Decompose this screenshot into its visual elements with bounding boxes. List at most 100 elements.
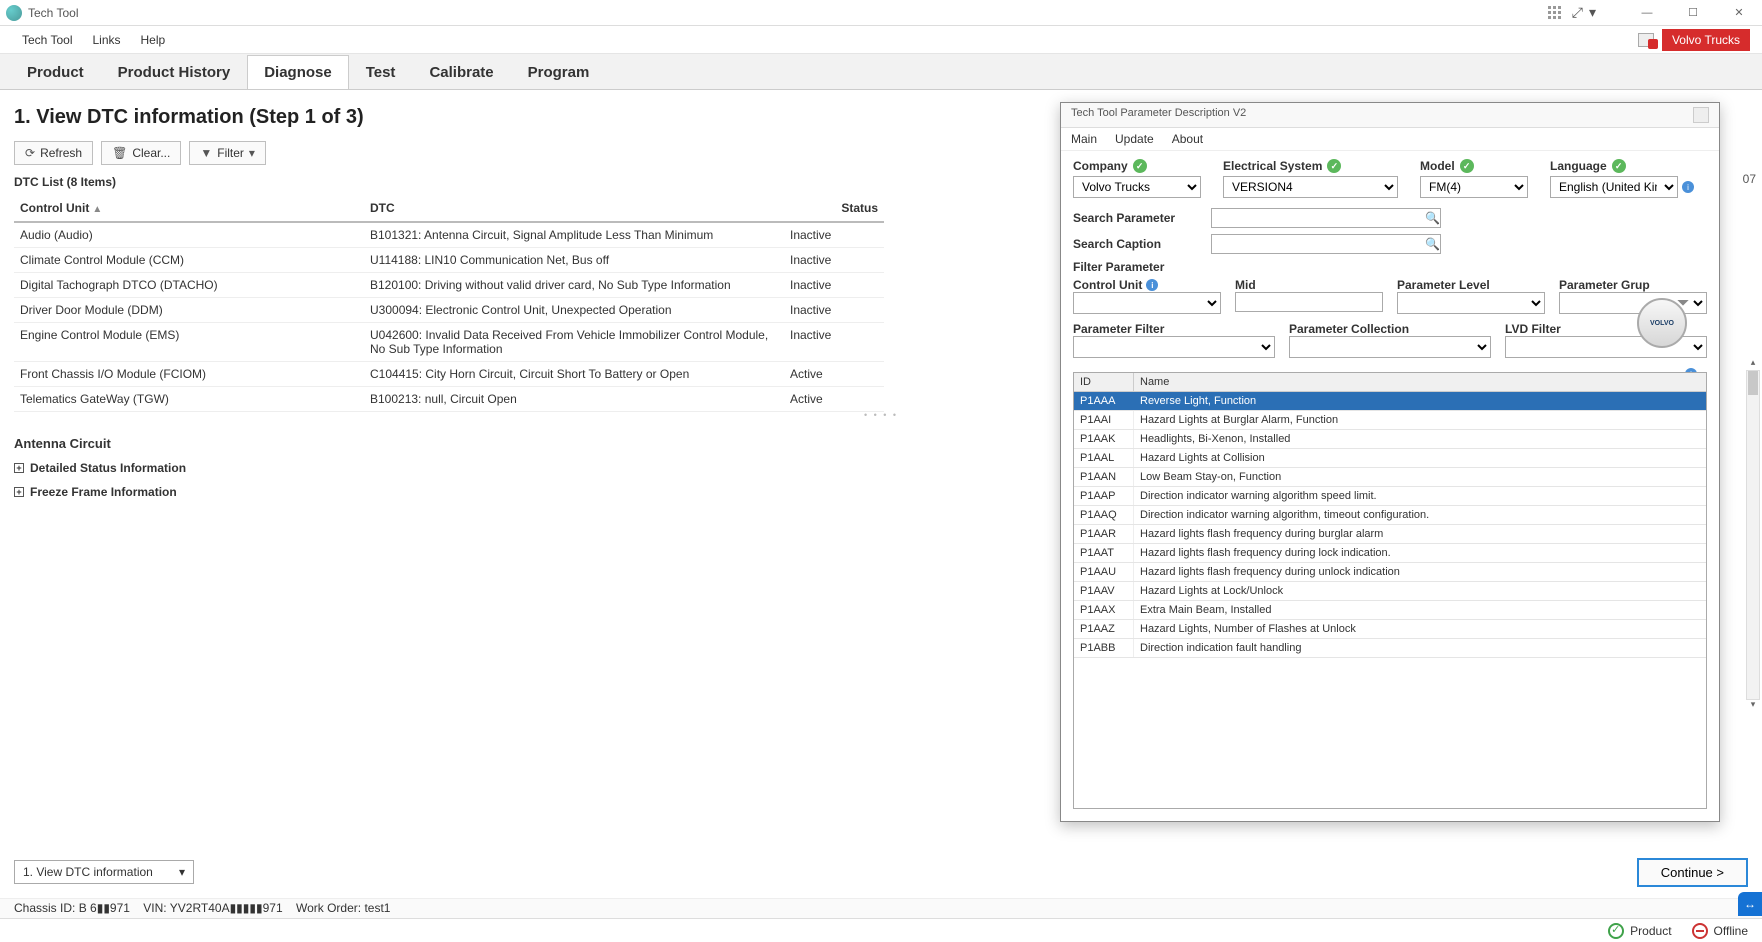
dialog-close-button[interactable] [1693,107,1709,123]
table-row[interactable]: Telematics GateWay (TGW)B100213: null, C… [14,387,884,412]
chevron-down-icon[interactable]: ▾ [1589,4,1596,21]
language-select[interactable]: English (United Kin [1550,176,1678,198]
list-item[interactable]: P1AAAReverse Light, Function [1074,392,1706,411]
filter-control-unit[interactable] [1073,292,1221,314]
scrollbar[interactable]: ▴ ▾ [1746,370,1760,700]
check-icon: ✓ [1133,159,1147,173]
app-icon [6,5,22,21]
list-item[interactable]: P1AAQDirection indicator warning algorit… [1074,506,1706,525]
parameter-grid: ID Name P1AAAReverse Light, FunctionP1AA… [1073,372,1707,809]
main-tabs: Product Product History Diagnose Test Ca… [0,54,1762,90]
grid-col-id[interactable]: ID [1074,373,1134,391]
refresh-button[interactable]: ⟳Refresh [14,141,93,165]
filter-parameter-filter[interactable] [1073,336,1275,358]
chevron-down-icon: ▾ [249,146,255,160]
trash-icon: 🗑 [112,146,127,160]
table-row[interactable]: Front Chassis I/O Module (FCIOM)C104415:… [14,362,884,387]
remote-session-icon[interactable]: ↔ [1738,892,1762,916]
table-row[interactable]: Audio (Audio)B101321: Antenna Circuit, S… [14,222,884,248]
menu-techtool[interactable]: Tech Tool [12,29,82,51]
list-item[interactable]: P1AATHazard lights flash frequency durin… [1074,544,1706,563]
dialog-menu: Main Update About [1061,128,1719,151]
check-icon: ✓ [1327,159,1341,173]
tab-product[interactable]: Product [10,55,101,89]
info-icon[interactable]: i [1146,279,1158,291]
funnel-icon: ▼ [200,146,212,160]
clear-button[interactable]: 🗑Clear... [101,141,181,165]
dtc-table: Control Unit▲ DTC Status Audio (Audio)B1… [14,195,884,412]
chassis-bar: Chassis ID: B 6▮▮971 VIN: YV2RT40A▮▮▮▮▮9… [0,898,1762,918]
list-item[interactable]: P1ABBDirection indication fault handling [1074,639,1706,658]
list-item[interactable]: P1AALHazard Lights at Collision [1074,449,1706,468]
tab-program[interactable]: Program [511,55,607,89]
list-item[interactable]: P1AAZHazard Lights, Number of Flashes at… [1074,620,1706,639]
parameter-dialog: Tech Tool Parameter Description V2 Main … [1060,102,1720,822]
status-product: Product [1608,923,1671,939]
menu-links[interactable]: Links [82,29,130,51]
expand-icon: + [14,463,24,473]
list-item[interactable]: P1AAPDirection indicator warning algorit… [1074,487,1706,506]
sort-icon: ▲ [92,204,102,215]
expand-icon[interactable]: ⤢ [1572,4,1583,21]
table-row[interactable]: Driver Door Module (DDM)U300094: Electro… [14,298,884,323]
scroll-thumb[interactable] [1748,371,1758,395]
volvo-logo-icon: VOLVO [1637,298,1687,348]
electrical-system-select[interactable]: VERSION4 [1223,176,1398,198]
search-icon[interactable]: 🔍 [1425,211,1440,225]
scroll-down-icon[interactable]: ▾ [1747,699,1759,713]
menubar: Tech Tool Links Help Volvo Trucks [0,26,1762,54]
step-select[interactable]: 1. View DTC information▾ [14,860,194,884]
table-row[interactable]: Climate Control Module (CCM)U114188: LIN… [14,248,884,273]
check-icon: ✓ [1612,159,1626,173]
search-parameter-input[interactable] [1211,208,1441,228]
list-item[interactable]: P1AAIHazard Lights at Burglar Alarm, Fun… [1074,411,1706,430]
window-titlebar: Tech Tool ⤢ ▾ — ☐ ✕ [0,0,1762,26]
close-button[interactable]: ✕ [1716,0,1762,26]
dialog-titlebar[interactable]: Tech Tool Parameter Description V2 [1061,103,1719,128]
status-offline: Offline [1692,923,1748,939]
search-caption-input[interactable] [1211,234,1441,254]
brand-badge[interactable]: Volvo Trucks [1662,29,1750,51]
filter-parameter-collection[interactable] [1289,336,1491,358]
dialog-menu-about[interactable]: About [1172,132,1203,146]
col-dtc[interactable]: DTC [364,195,784,222]
list-item[interactable]: P1AAUHazard lights flash frequency durin… [1074,563,1706,582]
filter-button[interactable]: ▼Filter ▾ [189,141,266,165]
alert-icon[interactable] [1638,33,1656,47]
model-select[interactable]: FM(4) [1420,176,1528,198]
company-select[interactable]: Volvo Trucks [1073,176,1201,198]
tab-test[interactable]: Test [349,55,413,89]
col-status[interactable]: Status [784,195,884,222]
search-icon[interactable]: 🔍 [1425,237,1440,251]
maximize-button[interactable]: ☐ [1670,0,1716,26]
grid-col-name[interactable]: Name [1134,373,1706,391]
list-item[interactable]: P1AAVHazard Lights at Lock/Unlock [1074,582,1706,601]
dialog-menu-update[interactable]: Update [1115,132,1154,146]
status-bar: Product Offline [0,918,1762,942]
tab-calibrate[interactable]: Calibrate [412,55,510,89]
refresh-icon: ⟳ [25,146,35,160]
menu-help[interactable]: Help [131,29,176,51]
check-icon: ✓ [1460,159,1474,173]
filter-mid[interactable] [1235,292,1383,312]
list-item[interactable]: P1AARHazard lights flash frequency durin… [1074,525,1706,544]
list-item[interactable]: P1AAXExtra Main Beam, Installed [1074,601,1706,620]
expand-icon: + [14,487,24,497]
filter-parameter-level[interactable] [1397,292,1545,314]
dialog-menu-main[interactable]: Main [1071,132,1097,146]
list-item[interactable]: P1AAKHeadlights, Bi-Xenon, Installed [1074,430,1706,449]
col-control-unit[interactable]: Control Unit▲ [14,195,364,222]
grip-icon[interactable] [1548,6,1566,20]
table-row[interactable]: Digital Tachograph DTCO (DTACHO)B120100:… [14,273,884,298]
tab-product-history[interactable]: Product History [101,55,248,89]
scroll-up-icon[interactable]: ▴ [1747,357,1759,371]
list-item[interactable]: P1AANLow Beam Stay-on, Function [1074,468,1706,487]
window-title: Tech Tool [28,6,78,20]
continue-button[interactable]: Continue > [1637,858,1748,887]
tab-diagnose[interactable]: Diagnose [247,55,349,89]
table-row[interactable]: Engine Control Module (EMS)U042600: Inva… [14,323,884,362]
minimize-button[interactable]: — [1624,0,1670,26]
bottom-bar: 1. View DTC information▾ Continue > [14,846,1748,898]
info-icon[interactable]: i [1682,181,1694,193]
offline-circle-icon [1692,923,1708,939]
